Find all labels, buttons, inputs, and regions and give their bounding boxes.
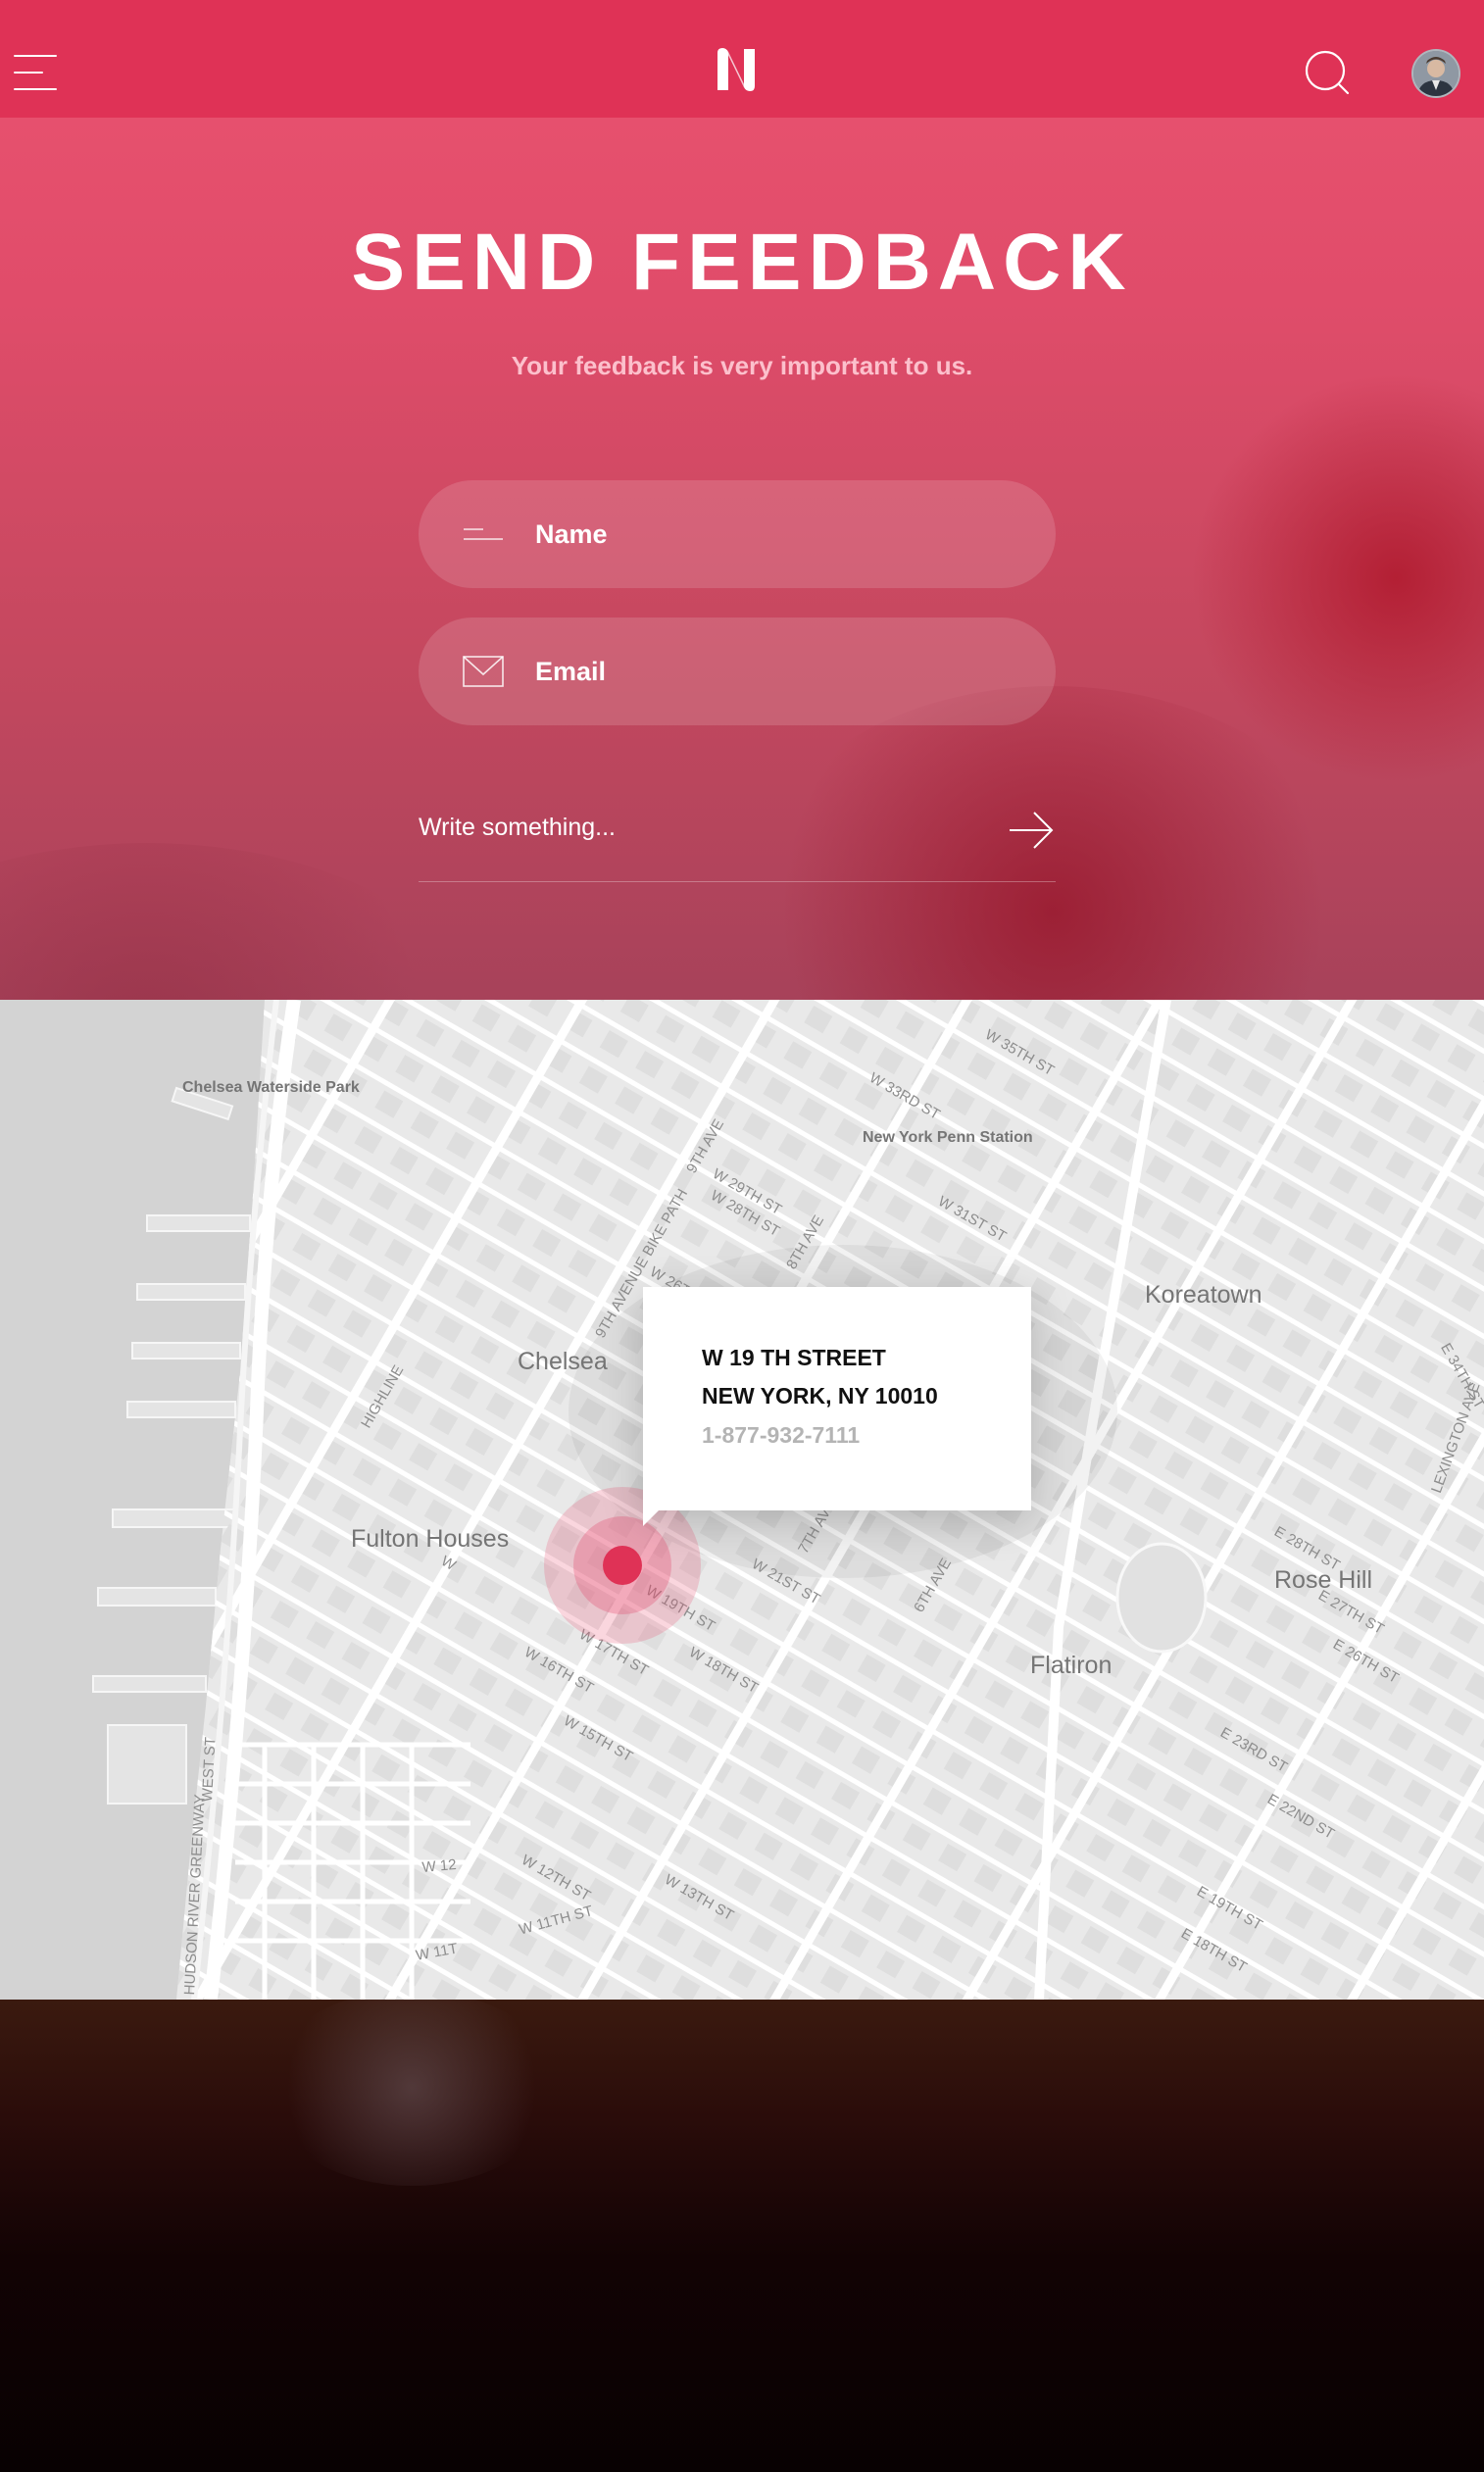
search-icon[interactable]: [1304, 49, 1351, 96]
background-glow: [265, 2000, 559, 2186]
popup-pointer: [643, 1510, 659, 1526]
background-glow: [1190, 372, 1484, 784]
email-placeholder: Email: [535, 657, 607, 686]
address-phone[interactable]: 1-877-932-7111: [702, 1420, 860, 1450]
street-label: WEST ST: [199, 1736, 220, 1803]
name-placeholder: Name: [535, 519, 608, 549]
feedback-section: SEND FEEDBACK Your feedback is very impo…: [0, 0, 1484, 1000]
address-popup: W 19 TH STREET NEW YORK, NY 10010 1-877-…: [643, 1287, 1031, 1526]
page-title: SEND FEEDBACK: [351, 218, 1133, 307]
location-pin-icon[interactable]: [603, 1546, 642, 1585]
address-city: NEW YORK, NY 10010: [702, 1383, 938, 1409]
page-subtitle: Your feedback is very important to us.: [511, 351, 973, 380]
footer-section: [0, 2000, 1484, 2472]
top-navigation-bar: [0, 0, 1484, 118]
map-label: Flatiron: [1030, 1652, 1113, 1679]
background-glow: [0, 843, 490, 1000]
message-field[interactable]: Write something...: [419, 784, 1056, 882]
envelope-icon: [462, 650, 505, 693]
map-label: Koreatown: [1145, 1281, 1262, 1309]
map-label: Chelsea: [518, 1348, 608, 1375]
arrow-right-icon[interactable]: [1007, 806, 1056, 855]
map-label: New York Penn Station: [863, 1129, 1033, 1146]
menu-icon[interactable]: [14, 55, 57, 90]
message-placeholder: Write something...: [419, 814, 617, 841]
map-label: Chelsea Waterside Park: [182, 1079, 360, 1096]
lines-icon: [462, 513, 505, 556]
map-label: Fulton Houses: [351, 1525, 510, 1553]
avatar[interactable]: [1411, 49, 1460, 98]
email-field[interactable]: Email: [419, 618, 1056, 725]
name-field[interactable]: Name: [419, 480, 1056, 588]
street-label: W 12: [420, 1855, 458, 1876]
address-street: W 19 TH STREET: [702, 1345, 886, 1370]
logo-icon[interactable]: [714, 45, 759, 94]
